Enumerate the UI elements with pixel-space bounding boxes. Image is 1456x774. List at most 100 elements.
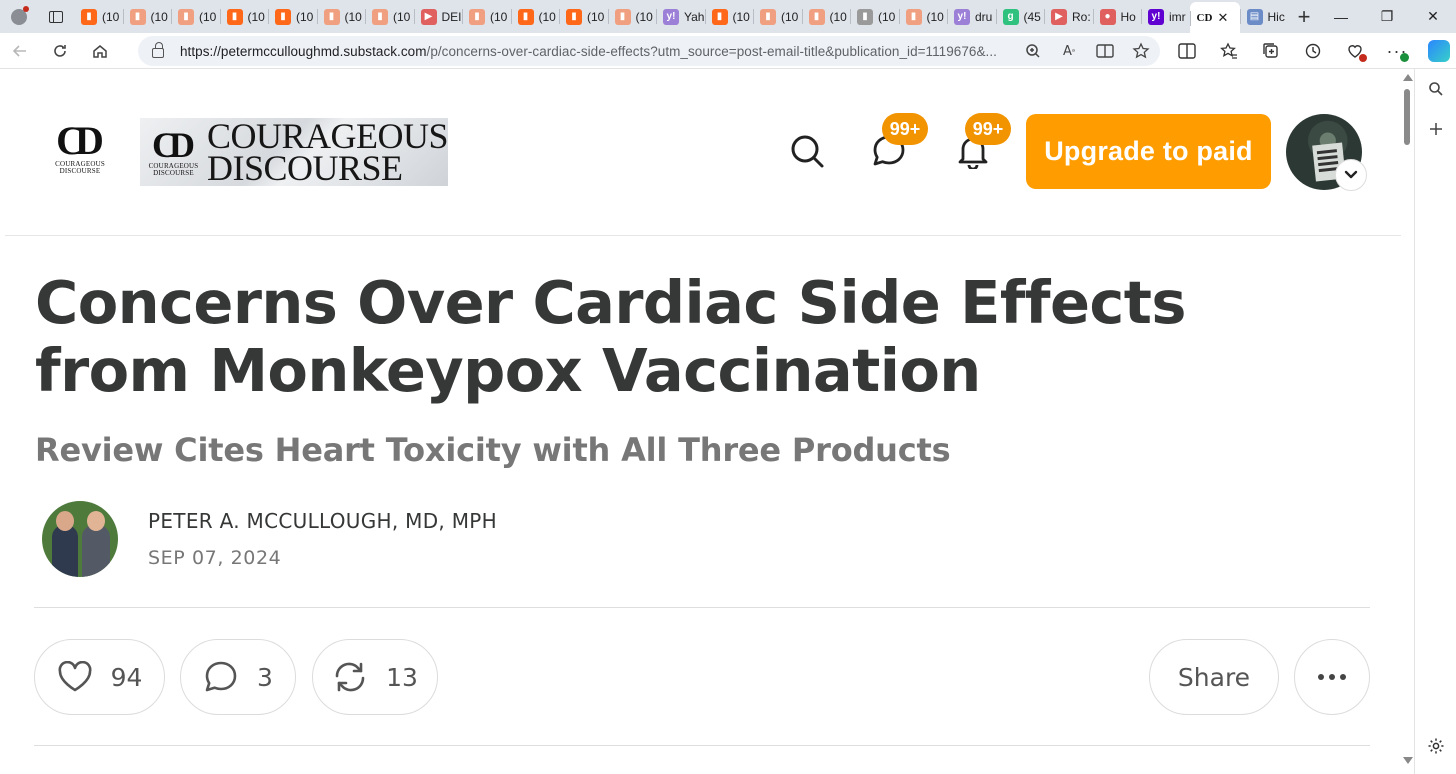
wordmark-line-2: DISCOURSE [206,148,403,188]
sidebar-settings-button[interactable] [1415,726,1456,766]
tab-title: Ho [1120,9,1136,24]
tab-title: (45 [1023,9,1041,24]
tab-title: dru [975,9,993,24]
browser-tab[interactable]: ▮ (10 [607,0,657,33]
upgrade-to-paid-button[interactable]: Upgrade to paid [1026,114,1271,189]
browser-tab[interactable]: ▶ Ro: [1044,0,1093,33]
close-tab-icon[interactable]: ✕ [1218,10,1229,26]
tab-title: DEI [441,9,462,24]
yahoo-favicon-icon: y! [954,8,970,25]
substack-favicon-icon: ▮ [372,8,388,25]
substack-favicon-icon: ▮ [517,8,534,25]
browser-tab[interactable]: ▮ (10 [510,0,560,33]
browser-tab[interactable]: ▮ (10 [74,0,123,33]
yahoo-favicon-icon: y! [663,8,679,25]
split-screen-button[interactable] [1166,33,1208,69]
profile-button[interactable] [0,0,38,33]
new-tab-button[interactable]: + [1288,0,1320,33]
url-text[interactable]: https://petermcculloughmd.substack.com/p… [180,44,1000,59]
collections-button[interactable] [1250,33,1292,69]
browser-tab[interactable]: ▮ (10 [801,0,851,33]
restack-icon [335,662,365,692]
browser-tab[interactable]: ▮ (10 [898,0,948,33]
browser-tab-active[interactable]: CD ✕ [1189,2,1240,33]
browser-tab[interactable]: g (45 [995,0,1045,33]
settings-more-button[interactable]: ··· [1376,33,1418,69]
restore-button[interactable]: ❐ [1364,0,1410,33]
chat-count-badge: 99+ [882,113,928,145]
site-info-lock-icon[interactable] [152,42,164,58]
address-bar[interactable]: https://petermcculloughmd.substack.com/p… [138,36,1160,66]
browser-tab[interactable]: ▮ (10 [219,0,269,33]
zoom-icon[interactable] [1024,42,1042,60]
gear-icon [1428,738,1444,754]
scroll-down-arrow-icon[interactable] [1403,757,1413,764]
read-aloud-icon[interactable]: Aᵃ [1060,42,1078,60]
scroll-thumb[interactable] [1404,89,1410,145]
tab-list: ▮ (10 ▮ (10 ▮ (10 ▮ (10 ▮ (10 ▮ (10 ▮ (10 ▶ DEI ▮ (10 ▮ (10… [74,0,1288,33]
browser-tab[interactable]: ▮ (10 [122,0,172,33]
browser-tab[interactable]: ▮ (10 [704,0,754,33]
browser-tab[interactable]: ▮ (10 [559,0,608,33]
home-button[interactable] [80,33,120,69]
browser-essentials-button[interactable] [1334,33,1376,69]
browser-tab[interactable]: y! dru [947,0,996,33]
scroll-up-arrow-icon[interactable] [1403,74,1413,81]
search-icon [1429,82,1443,96]
browser-tab[interactable]: ▮ (10 [850,0,899,33]
restack-button[interactable]: 13 [312,639,438,715]
search-button[interactable] [783,127,831,175]
like-button[interactable]: 94 [34,639,165,715]
comment-button[interactable]: 3 [180,639,296,715]
close-window-button[interactable]: ✕ [1410,0,1456,33]
author-name[interactable]: PETER A. MCCULLOUGH, MD, MPH [148,509,497,533]
browser-tab[interactable]: ▮ (10 [753,0,802,33]
wordmark-text: COURAGEOUS DISCOURSE [206,118,449,188]
tab-title: (10 [344,9,362,24]
more-options-button[interactable] [1294,639,1370,715]
comment-bubble-icon [205,661,237,692]
photo-favicon-icon: ▮ [857,8,873,25]
browser-toolbar: https://petermcculloughmd.substack.com/p… [0,33,1456,69]
refresh-button[interactable] [40,33,80,69]
account-menu-button[interactable] [1335,159,1367,191]
browser-tab[interactable]: ▮ (10 [316,0,366,33]
post-date: SEP 07, 2024 [148,547,282,569]
substack-favicon-icon: ▮ [469,8,485,25]
substack-favicon-icon: ▮ [808,8,825,25]
author-photo-figure [82,511,110,577]
browser-tab[interactable]: y! imr [1141,0,1190,33]
tab-actions-menu-button[interactable] [38,0,74,33]
youtube-favicon-icon: ▶ [1051,8,1067,25]
refresh-icon [54,44,66,57]
favorites-button[interactable] [1208,33,1250,69]
share-button[interactable]: Share [1149,639,1279,715]
author-avatar[interactable] [42,501,118,577]
browser-tab[interactable]: ▮ (10 [268,0,317,33]
substack-favicon-icon: ▮ [905,8,922,25]
browser-tools: ··· [1166,33,1456,69]
browser-tab[interactable]: ▶ DEI [413,0,463,33]
favorite-star-icon[interactable] [1132,42,1150,60]
browser-tab[interactable]: ▮ (10 [171,0,220,33]
browser-tab[interactable]: y! Yah [656,0,705,33]
publication-wordmark[interactable]: CD COURAGEOUS DISCOURSE COURAGEOUS DISCO… [140,118,449,188]
back-button[interactable] [0,33,40,69]
browser-tab[interactable]: ▮ (10 [462,0,511,33]
substack-favicon-icon: ▮ [566,8,582,25]
sidebar-add-button[interactable] [1415,109,1456,149]
window-controls: — ❐ ✕ [1318,0,1456,33]
tab-title: (10 [635,9,653,24]
minimize-button[interactable]: — [1318,0,1364,33]
browser-tab[interactable]: ● Ho [1092,0,1142,33]
browser-tab[interactable]: ▮ (10 [365,0,414,33]
browser-tab[interactable]: ▤ Hic [1239,0,1289,33]
history-button[interactable] [1292,33,1334,69]
sidebar-search-button[interactable] [1415,69,1456,109]
copilot-button[interactable] [1418,33,1456,69]
publication-logo[interactable]: CD COURAGEOUS DISCOURSE [49,121,111,183]
tab-title: (10 [829,9,847,24]
immersive-reader-icon[interactable] [1096,42,1114,60]
plus-icon [1430,123,1442,135]
page-scrollbar[interactable] [1401,69,1414,774]
